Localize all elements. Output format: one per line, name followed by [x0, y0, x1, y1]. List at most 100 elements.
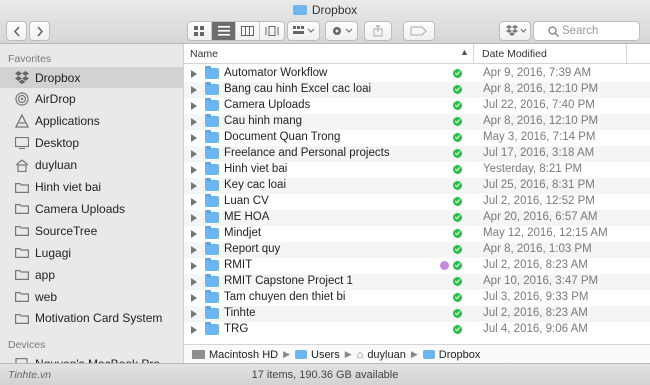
- table-row[interactable]: ME HOA Apr 20, 2016, 6:57 AM: [184, 210, 650, 226]
- table-row[interactable]: RMIT Jul 2, 2016, 8:23 AM: [184, 258, 650, 274]
- folder-icon: [14, 311, 29, 326]
- dropbox-icon: [506, 25, 527, 36]
- folder-icon: [205, 130, 219, 143]
- disclosure-triangle-icon[interactable]: [191, 278, 197, 286]
- folder-icon: [14, 201, 29, 216]
- sidebar-item-applications[interactable]: Applications: [0, 111, 183, 132]
- coverflow-icon: [265, 26, 279, 36]
- share-button[interactable]: [364, 21, 392, 41]
- date-modified: Jul 25, 2016, 8:31 PM: [483, 179, 595, 191]
- column-name-header[interactable]: Name: [190, 48, 218, 60]
- table-row[interactable]: Bang cau hinh Excel cac loai Apr 8, 2016,…: [184, 82, 650, 98]
- disclosure-triangle-icon[interactable]: [191, 118, 197, 126]
- folder-icon: [205, 82, 219, 95]
- arrange-button[interactable]: [287, 21, 320, 41]
- column-date-header[interactable]: Date Modified: [482, 48, 547, 60]
- disclosure-triangle-icon[interactable]: [191, 134, 197, 142]
- date-modified: Apr 8, 2016, 12:10 PM: [483, 83, 599, 95]
- disclosure-triangle-icon[interactable]: [191, 294, 197, 302]
- folder-icon: [205, 114, 219, 127]
- path-item-duyluan[interactable]: ⌂ duyluan: [357, 349, 406, 361]
- disclosure-triangle-icon[interactable]: [191, 166, 197, 174]
- tag-button[interactable]: [403, 21, 435, 41]
- date-modified: Apr 20, 2016, 6:57 AM: [483, 211, 598, 223]
- disclosure-triangle-icon[interactable]: [191, 86, 197, 94]
- sidebar-item-duyluan[interactable]: duyluan: [0, 155, 183, 176]
- status-bar: Tinhte.vn 17 items, 190.36 GB available: [0, 363, 650, 385]
- search-field[interactable]: Search: [533, 21, 640, 41]
- file-name: RMIT: [224, 259, 253, 271]
- disclosure-triangle-icon[interactable]: [191, 70, 197, 78]
- sync-check-icon: [453, 181, 462, 190]
- sidebar-item-motivation-card-system[interactable]: Motivation Card System: [0, 308, 183, 329]
- file-name: Document Quan Trong: [224, 131, 341, 143]
- folder-icon: [205, 306, 219, 319]
- disclosure-triangle-icon[interactable]: [191, 246, 197, 254]
- action-button[interactable]: [325, 21, 358, 41]
- date-modified: Jul 2, 2016, 8:23 AM: [483, 307, 588, 319]
- file-name: Tinhte: [224, 307, 256, 319]
- folder-icon: [422, 350, 435, 359]
- column-view-button[interactable]: [236, 22, 260, 40]
- folder-icon: [14, 245, 29, 260]
- table-row[interactable]: RMIT Capstone Project 1 Apr 10, 2016, 3:4…: [184, 274, 650, 290]
- disclosure-triangle-icon[interactable]: [191, 150, 197, 158]
- disclosure-triangle-icon[interactable]: [191, 214, 197, 222]
- sync-check-icon: [453, 85, 462, 94]
- icon-view-button[interactable]: [188, 22, 212, 40]
- disclosure-triangle-icon[interactable]: [191, 102, 197, 110]
- sync-check-icon: [453, 277, 462, 286]
- table-row[interactable]: Camera Uploads Jul 22, 2016, 7:40 PM: [184, 98, 650, 114]
- disclosure-triangle-icon[interactable]: [191, 182, 197, 190]
- table-row[interactable]: Cau hinh mang Apr 8, 2016, 12:10 PM: [184, 114, 650, 130]
- back-button[interactable]: [6, 21, 27, 41]
- table-row[interactable]: Tam chuyen den thiet bi Jul 3, 2016, 9:33…: [184, 290, 650, 306]
- table-row[interactable]: Mindjet May 12, 2016, 12:15 AM: [184, 226, 650, 242]
- sidebar-item-camera-uploads[interactable]: Camera Uploads: [0, 198, 183, 219]
- path-item-dropbox[interactable]: Dropbox: [422, 349, 480, 361]
- path-item-macintosh-hd[interactable]: Macintosh HD: [192, 349, 278, 361]
- column-divider[interactable]: [473, 44, 474, 64]
- sidebar-item-lugagi[interactable]: Lugagi: [0, 242, 183, 263]
- sidebar-item-sourcetree[interactable]: SourceTree: [0, 220, 183, 241]
- sidebar-item-airdrop[interactable]: AirDrop: [0, 89, 183, 110]
- path-separator-icon: ▶: [344, 349, 352, 359]
- disclosure-triangle-icon[interactable]: [191, 326, 197, 334]
- dropbox-menu-button[interactable]: [499, 21, 531, 41]
- table-row[interactable]: Report quy Apr 8, 2016, 1:03 PM: [184, 242, 650, 258]
- share-icon: [373, 25, 383, 37]
- coverflow-view-button[interactable]: [260, 22, 284, 40]
- table-row[interactable]: Freelance and Personal projects Jul 17, 2…: [184, 146, 650, 162]
- favorites-header: Favorites: [8, 53, 52, 65]
- table-row[interactable]: Luan CV Jul 2, 2016, 12:52 PM: [184, 194, 650, 210]
- file-name: Automator Workflow: [224, 67, 328, 79]
- disclosure-triangle-icon[interactable]: [191, 262, 197, 270]
- forward-button[interactable]: [29, 21, 50, 41]
- disclosure-triangle-icon[interactable]: [191, 230, 197, 238]
- table-row[interactable]: Tinhte Jul 2, 2016, 8:23 AM: [184, 306, 650, 322]
- path-item-users[interactable]: Users: [295, 349, 340, 361]
- table-row[interactable]: Key cac loai Jul 25, 2016, 8:31 PM: [184, 178, 650, 194]
- table-row[interactable]: TRG Jul 4, 2016, 9:06 AM: [184, 322, 650, 338]
- table-row[interactable]: Document Quan Trong May 3, 2016, 7:14 PM: [184, 130, 650, 146]
- sidebar-item-desktop[interactable]: Desktop: [0, 133, 183, 154]
- list-view-button[interactable]: [212, 22, 236, 40]
- sync-check-icon: [453, 325, 462, 334]
- table-row[interactable]: Automator Workflow Apr 9, 2016, 7:39 AM: [184, 66, 650, 82]
- column-divider[interactable]: [626, 44, 627, 64]
- date-modified: May 3, 2016, 7:14 PM: [483, 131, 596, 143]
- file-name: Cau hinh mang: [224, 115, 302, 127]
- folder-icon: [205, 258, 219, 271]
- sidebar-item-hinh-viet-bai[interactable]: Hinh viet bai: [0, 177, 183, 198]
- disclosure-triangle-icon[interactable]: [191, 310, 197, 318]
- folder-icon: [14, 223, 29, 238]
- date-modified: Yesterday, 8:21 PM: [483, 163, 583, 175]
- sync-check-icon: [453, 133, 462, 142]
- sidebar-item-web[interactable]: web: [0, 286, 183, 307]
- table-row[interactable]: Hinh viet bai Yesterday, 8:21 PM: [184, 162, 650, 178]
- sidebar-item-dropbox[interactable]: Dropbox: [0, 67, 183, 88]
- sidebar-item-app[interactable]: app: [0, 264, 183, 285]
- sort-ascending-icon: ▲: [460, 47, 469, 57]
- list-icon: [217, 26, 230, 36]
- disclosure-triangle-icon[interactable]: [191, 198, 197, 206]
